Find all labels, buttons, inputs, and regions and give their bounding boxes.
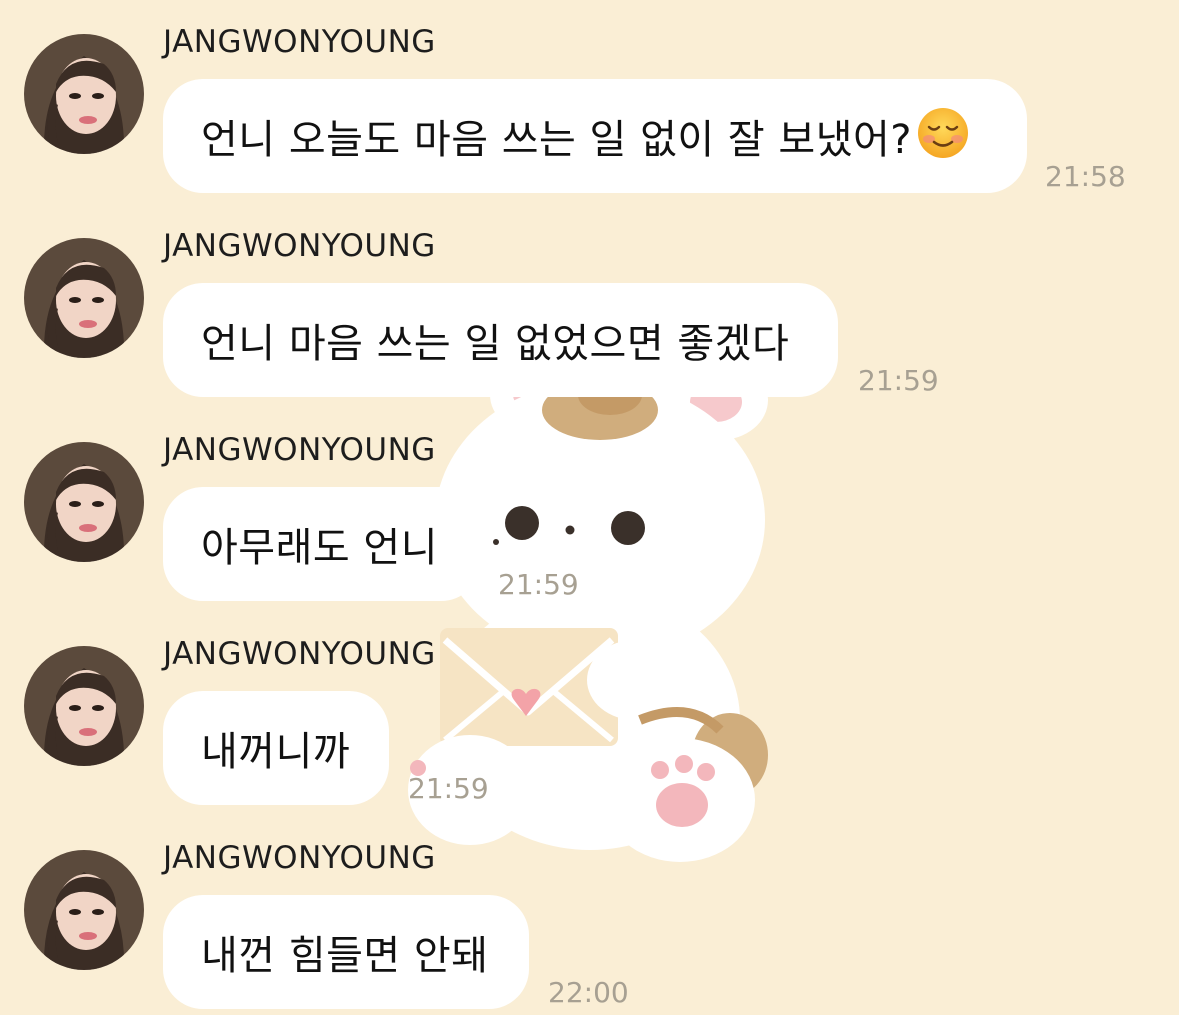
message-timestamp: 22:00 xyxy=(548,976,629,1009)
chat-message: JANGWONYOUNG 아무래도 언니 21:59 xyxy=(0,412,1179,616)
chat-message: JANGWONYOUNG 내껀 힘들면 안돼 22:00 xyxy=(0,820,1179,1015)
message-text: 내껀 힘들면 안돼 xyxy=(201,933,489,979)
chat-screen: JANGWONYOUNG 언니 오늘도 마음 쓰는 일 없이 잘 보냈어? 21… xyxy=(0,0,1179,1015)
message-timestamp: 21:59 xyxy=(498,568,579,601)
message-text: 내꺼니까 xyxy=(201,729,351,775)
message-text: 아무래도 언니 xyxy=(201,525,439,571)
sender-name: JANGWONYOUNG xyxy=(163,840,436,876)
sender-name: JANGWONYOUNG xyxy=(163,228,436,264)
chat-message: JANGWONYOUNG 내꺼니까 21:59 xyxy=(0,616,1179,820)
chat-message: JANGWONYOUNG 언니 오늘도 마음 쓰는 일 없이 잘 보냈어? 21… xyxy=(0,4,1179,208)
sender-name: JANGWONYOUNG xyxy=(163,432,436,468)
message-text: 언니 오늘도 마음 쓰는 일 없이 잘 보냈어? xyxy=(201,117,913,163)
message-timestamp: 21:59 xyxy=(858,364,939,397)
sender-name: JANGWONYOUNG xyxy=(163,636,436,672)
avatar[interactable] xyxy=(24,646,144,766)
message-timestamp: 21:59 xyxy=(408,772,489,805)
chat-message: JANGWONYOUNG 언니 마음 쓰는 일 없었으면 좋겠다 21:59 xyxy=(0,208,1179,412)
message-bubble[interactable]: 내꺼니까 xyxy=(163,691,389,805)
avatar[interactable] xyxy=(24,850,144,970)
message-bubble[interactable]: 언니 오늘도 마음 쓰는 일 없이 잘 보냈어? xyxy=(163,79,1027,193)
message-text: 언니 마음 쓰는 일 없었으면 좋겠다 xyxy=(201,321,790,367)
message-timestamp: 21:58 xyxy=(1045,160,1126,193)
message-bubble[interactable]: 언니 마음 쓰는 일 없었으면 좋겠다 xyxy=(163,283,838,397)
avatar[interactable] xyxy=(24,34,144,154)
smiling-face-icon xyxy=(918,108,969,158)
sender-name: JANGWONYOUNG xyxy=(163,24,436,60)
message-bubble[interactable]: 내껀 힘들면 안돼 xyxy=(163,895,529,1009)
avatar[interactable] xyxy=(24,442,144,562)
message-bubble[interactable]: 아무래도 언니 xyxy=(163,487,481,601)
avatar[interactable] xyxy=(24,238,144,358)
